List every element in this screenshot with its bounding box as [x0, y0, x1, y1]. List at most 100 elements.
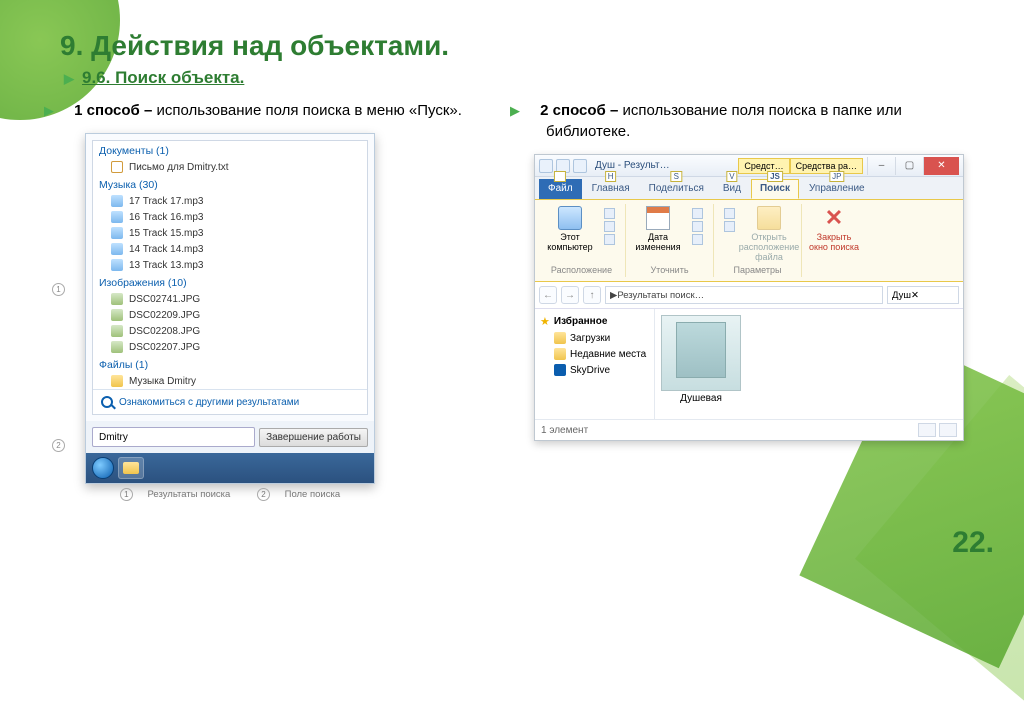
callout-2: 2 — [52, 439, 65, 452]
ribbon-mini-item[interactable] — [692, 208, 703, 219]
start-search-input[interactable] — [92, 427, 255, 447]
view-details-button[interactable] — [918, 423, 936, 437]
star-icon: ★ — [540, 315, 550, 328]
folder-icon — [554, 348, 566, 360]
audio-icon — [111, 195, 123, 207]
slide-subtitle: 9.6. Поиск объекта. — [64, 68, 964, 88]
audio-icon — [111, 243, 123, 255]
doc-icon — [111, 161, 123, 173]
result-item[interactable]: Письмо для Dmitry.txt — [93, 159, 367, 175]
maximize-button[interactable]: ▢ — [895, 157, 923, 175]
image-icon — [111, 341, 123, 353]
ribbon-mini-item[interactable] — [604, 234, 615, 245]
ribbon-this-pc[interactable]: Этот компьютер — [544, 206, 596, 252]
start-menu-panel: Документы (1) Письмо для Dmitry.txt Музы… — [85, 133, 375, 484]
tag-icon — [692, 208, 703, 219]
ribbon-group-label: Параметры — [734, 262, 782, 275]
tab-search[interactable]: JSПоиск — [751, 179, 799, 199]
tree-skydrive[interactable]: SkyDrive — [538, 362, 651, 378]
section-documents[interactable]: Документы (1) — [93, 141, 367, 159]
ribbon-mini-item[interactable] — [692, 221, 703, 232]
image-icon — [111, 293, 123, 305]
audio-icon — [111, 227, 123, 239]
close-button[interactable]: ✕ — [923, 157, 959, 175]
calendar-icon — [646, 206, 670, 230]
image-icon — [111, 325, 123, 337]
ribbon-open-location: Открыть расположение файла — [743, 206, 795, 262]
tree-downloads[interactable]: Загрузки — [538, 330, 651, 346]
folder-icon — [757, 206, 781, 230]
tag-icon — [692, 221, 703, 232]
ribbon-mini-item[interactable] — [724, 221, 735, 232]
section-music[interactable]: Музыка (30) — [93, 175, 367, 193]
figure-legend: 1 Результаты поиска 2 Поле поиска — [70, 488, 390, 501]
slide-title: 9. Действия над объектами. — [60, 30, 964, 62]
result-label: Душевая — [661, 393, 741, 404]
audio-icon — [111, 259, 123, 271]
qat-icon[interactable] — [539, 159, 553, 173]
cloud-icon — [554, 364, 566, 376]
tab-manage[interactable]: JPУправление — [800, 179, 874, 199]
folder-icon — [604, 208, 615, 219]
tree-favorites[interactable]: ★Избранное — [538, 313, 651, 330]
method-1-text: 1 способ – использование поля поиска в м… — [60, 100, 496, 121]
tree-recent[interactable]: Недавние места — [538, 346, 651, 362]
start-orb-icon[interactable] — [92, 457, 114, 479]
ribbon-date-modified[interactable]: Дата изменения — [632, 206, 684, 252]
qat-icon[interactable] — [573, 159, 587, 173]
page-number: 22. — [952, 526, 994, 560]
result-item[interactable]: Музыка Dmitry — [93, 373, 367, 389]
ribbon-mini-item[interactable] — [604, 221, 615, 232]
result-item[interactable]: 15 Track 15.mp3 — [93, 225, 367, 241]
result-item[interactable]: 14 Track 14.mp3 — [93, 241, 367, 257]
section-files[interactable]: Файлы (1) — [93, 355, 367, 373]
shutdown-button[interactable]: Завершение работы — [259, 428, 368, 447]
taskbar — [86, 453, 374, 483]
folder-icon — [604, 221, 615, 232]
nav-back-button[interactable]: ← — [539, 286, 557, 304]
result-item[interactable]: 13 Track 13.mp3 — [93, 257, 367, 273]
thumbnail-icon — [661, 315, 741, 391]
close-icon: ✕ — [822, 206, 846, 230]
options-icon — [724, 221, 735, 232]
result-item[interactable]: DSC02207.JPG — [93, 339, 367, 355]
section-images[interactable]: Изображения (10) — [93, 273, 367, 291]
search-result-item[interactable]: Душевая — [661, 315, 741, 404]
search-input[interactable]: Душ ✕ — [887, 286, 959, 304]
minimize-button[interactable]: – — [867, 157, 895, 175]
nav-tree: ★Избранное Загрузки Недавние места SkyDr… — [535, 309, 655, 419]
taskbar-explorer-icon[interactable] — [118, 457, 144, 479]
nav-forward-button[interactable]: → — [561, 286, 579, 304]
history-icon — [724, 208, 735, 219]
address-bar[interactable]: ▶ Результаты поиск… — [605, 286, 883, 304]
result-item[interactable]: DSC02209.JPG — [93, 307, 367, 323]
result-item[interactable]: DSC02208.JPG — [93, 323, 367, 339]
folder-icon — [111, 375, 123, 387]
method-2-text: 2 способ – использование поля поиска в п… — [526, 100, 964, 142]
folder-icon — [604, 234, 615, 245]
result-item[interactable]: DSC02741.JPG — [93, 291, 367, 307]
result-item[interactable]: 17 Track 17.mp3 — [93, 193, 367, 209]
tab-share[interactable]: SПоделиться — [640, 179, 713, 199]
nav-up-button[interactable]: ↑ — [583, 286, 601, 304]
tab-home[interactable]: HГлавная — [583, 179, 639, 199]
context-tab[interactable]: Средства ра… — [790, 158, 863, 174]
ribbon-mini-item[interactable] — [724, 208, 735, 219]
folder-icon — [123, 462, 139, 474]
window-title: Душ - Результ… — [591, 160, 734, 171]
result-item[interactable]: 16 Track 16.mp3 — [93, 209, 367, 225]
ribbon-group-label: Уточнить — [650, 262, 688, 275]
tab-view[interactable]: VВид — [714, 179, 750, 199]
callout-1: 1 — [52, 283, 65, 296]
explorer-window: Душ - Результ… Средст… Средства ра… – ▢ … — [534, 154, 964, 441]
status-text: 1 элемент — [541, 425, 588, 436]
ribbon-mini-item[interactable] — [604, 208, 615, 219]
image-icon — [111, 309, 123, 321]
see-all-results[interactable]: Ознакомиться с другими результатами — [93, 389, 367, 414]
ribbon-close-search[interactable]: ✕Закрыть окно поиска — [808, 206, 860, 252]
tab-file[interactable]: ФФайл — [539, 179, 582, 199]
view-thumbs-button[interactable] — [939, 423, 957, 437]
folder-icon — [554, 332, 566, 344]
search-icon — [101, 396, 113, 408]
ribbon-mini-item[interactable] — [692, 234, 703, 245]
